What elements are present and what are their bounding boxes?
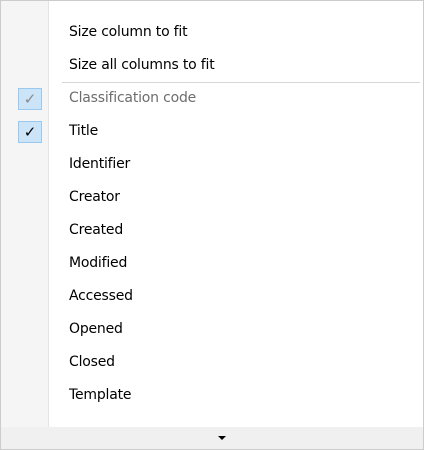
menu-item-label: Accessed: [69, 288, 133, 304]
menu-item-label: Title: [69, 123, 99, 139]
menu-item-label: Classification code: [69, 90, 197, 106]
menu-item-label: Modified: [69, 255, 128, 271]
menu-item-accessed[interactable]: Accessed: [1, 281, 423, 314]
column-context-menu: Size column to fit Size all columns to f…: [0, 0, 424, 450]
menu-item-size-column-to-fit[interactable]: Size column to fit: [1, 17, 423, 50]
menu-item-label: Creator: [69, 189, 120, 205]
menu-item-opened[interactable]: Opened: [1, 314, 423, 347]
menu-item-label: Opened: [69, 321, 123, 337]
menu-item-modified[interactable]: Modified: [1, 248, 423, 281]
menu-item-label: Closed: [69, 354, 115, 370]
menu-item-label: Size column to fit: [69, 24, 188, 40]
menu-item-identifier[interactable]: Identifier: [1, 149, 423, 182]
menu-item-label: Size all columns to fit: [69, 57, 215, 73]
checkmark-icon: ✓: [18, 121, 42, 143]
menu-item-classification-code: ✓ Classification code: [1, 83, 423, 116]
menu-item-label: Template: [69, 387, 132, 403]
menu-item-closed[interactable]: Closed: [1, 347, 423, 380]
menu-item-template[interactable]: Template: [1, 380, 423, 413]
menu-item-creator[interactable]: Creator: [1, 182, 423, 215]
menu-scroll-down-button[interactable]: [1, 427, 423, 449]
menu-item-title[interactable]: ✓ Title: [1, 116, 423, 149]
triangle-down-icon: [218, 436, 226, 440]
menu-items: Size column to fit Size all columns to f…: [1, 17, 423, 413]
checkmark-icon: ✓: [18, 88, 42, 110]
menu-item-label: Identifier: [69, 156, 131, 172]
menu-item-label: Created: [69, 222, 124, 238]
menu-item-size-all-columns-to-fit[interactable]: Size all columns to fit: [1, 50, 423, 83]
menu-item-created[interactable]: Created: [1, 215, 423, 248]
